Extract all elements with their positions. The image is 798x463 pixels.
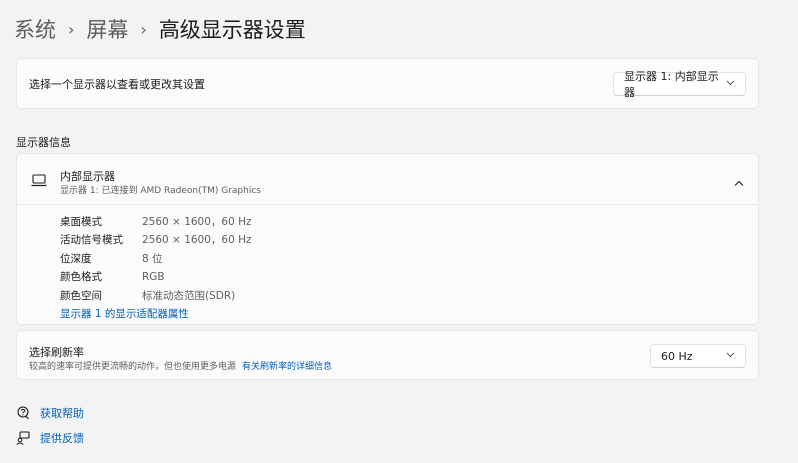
display-info-card: 内部显示器 显示器 1: 已连接到 AMD Radeon(TM) Graphic… <box>16 153 759 325</box>
property-value: 标准动态范围(SDR) <box>142 289 236 302</box>
breadcrumb-item-display[interactable]: 屏幕 <box>86 14 128 46</box>
property-key: 活动信号模式 <box>60 234 123 247</box>
property-key: 颜色格式 <box>60 271 102 284</box>
give-feedback-link[interactable]: 提供反馈 <box>16 430 84 446</box>
help-icon <box>17 406 29 420</box>
breadcrumb-separator: › <box>140 20 147 39</box>
display-subtitle: 显示器 1: 已连接到 AMD Radeon(TM) Graphics <box>60 186 261 196</box>
refresh-rate-dropdown[interactable]: 60 Hz <box>650 344 746 368</box>
property-row: 位深度 8 位 <box>60 249 252 268</box>
display-select-value: 显示器 1: 内部显示器 <box>624 70 719 99</box>
property-value: 2560 × 1600，60 Hz <box>142 215 252 228</box>
property-key: 位深度 <box>60 252 92 265</box>
refresh-rate-description-text: 较高的速率可提供更流畅的动作，但也使用更多电源 <box>29 362 237 372</box>
display-select-label: 选择一个显示器以查看或更改其设置 <box>29 77 205 91</box>
display-select-card: 选择一个显示器以查看或更改其设置 显示器 1: 内部显示器 <box>16 58 759 109</box>
give-feedback-label: 提供反馈 <box>40 432 84 445</box>
display-select-dropdown[interactable]: 显示器 1: 内部显示器 <box>613 70 746 99</box>
property-value: 8 位 <box>142 252 163 265</box>
display-info-header[interactable]: 内部显示器 显示器 1: 已连接到 AMD Radeon(TM) Graphic… <box>17 154 758 205</box>
feedback-icon <box>16 431 30 445</box>
refresh-rate-info-link[interactable]: 有关刷新率的详细信息 <box>242 362 332 372</box>
display-adapter-properties-link[interactable]: 显示器 1 的显示适配器属性 <box>60 306 189 321</box>
refresh-rate-card: 选择刷新率 较高的速率可提供更流畅的动作，但也使用更多电源 有关刷新率的详细信息 … <box>16 330 759 380</box>
property-key: 桌面模式 <box>60 215 102 228</box>
breadcrumb-item-system[interactable]: 系统 <box>14 14 56 46</box>
breadcrumb: 系统 › 屏幕 › 高级显示器设置 <box>14 14 306 46</box>
property-row: 颜色空间 标准动态范围(SDR) <box>60 286 252 305</box>
property-value: RGB <box>142 270 165 283</box>
breadcrumb-separator: › <box>68 20 75 39</box>
page-title: 高级显示器设置 <box>158 18 306 42</box>
property-row: 活动信号模式 2560 × 1600，60 Hz <box>60 231 252 250</box>
chevron-down-icon <box>726 79 735 89</box>
refresh-rate-description: 较高的速率可提供更流畅的动作，但也使用更多电源 有关刷新率的详细信息 <box>29 359 332 372</box>
refresh-rate-value: 60 Hz <box>661 349 693 363</box>
get-help-link[interactable]: 获取帮助 <box>16 405 84 421</box>
property-value: 2560 × 1600，60 Hz <box>142 234 252 247</box>
property-key: 颜色空间 <box>60 289 102 302</box>
laptop-monitor-icon <box>31 172 47 191</box>
get-help-label: 获取帮助 <box>40 407 84 420</box>
display-properties: 桌面模式 2560 × 1600，60 Hz 活动信号模式 2560 × 160… <box>60 212 252 305</box>
property-row: 颜色格式 RGB <box>60 268 252 287</box>
chevron-up-icon[interactable] <box>734 172 744 191</box>
display-name: 内部显示器 <box>60 170 115 183</box>
chevron-down-icon <box>726 351 735 361</box>
refresh-rate-title: 选择刷新率 <box>29 346 84 359</box>
section-title-display-info: 显示器信息 <box>16 136 71 149</box>
property-row: 桌面模式 2560 × 1600，60 Hz <box>60 212 252 231</box>
